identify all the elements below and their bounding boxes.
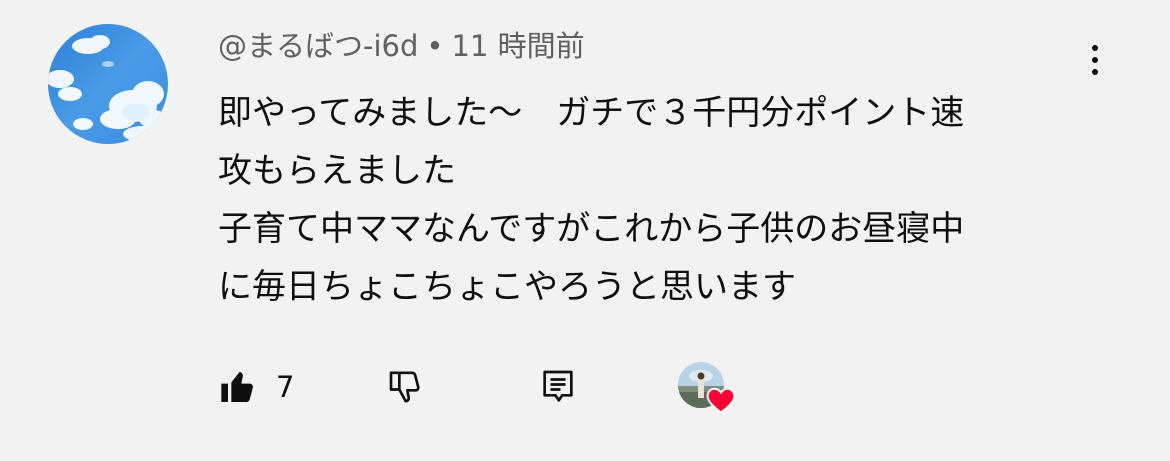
comment-body: 即やってみました〜 ガチで３千円分ポイント速 攻もらえました 子育て中ママなんで… xyxy=(218,84,1098,316)
menu-dot xyxy=(1092,57,1098,63)
dislike-button[interactable] xyxy=(386,360,426,414)
like-button[interactable]: 7 xyxy=(218,360,294,414)
comment-actions: 7 xyxy=(218,360,778,414)
comment-thread: @まるばつ-i6d • 11 時間前 即やってみました〜 ガチで３千円分ポイント速 … xyxy=(0,0,1170,461)
reply-button[interactable] xyxy=(538,360,578,414)
creator-heart-icon xyxy=(706,387,736,414)
creator-heart-badge[interactable] xyxy=(676,360,736,414)
more-vert-icon[interactable] xyxy=(1080,40,1110,80)
menu-dot xyxy=(1092,69,1098,75)
comment-timestamp[interactable]: 11 時間前 xyxy=(452,29,585,63)
sky-avatar-image xyxy=(48,24,168,144)
comment-reply-icon xyxy=(543,370,573,402)
meta-separator: • xyxy=(426,29,444,63)
comment-line: 子育て中ママなんですがこれから子供のお昼寝中 xyxy=(218,209,965,249)
comment-line: 攻もらえました xyxy=(218,151,456,191)
author-handle[interactable]: @まるばつ-i6d xyxy=(218,29,418,63)
menu-dot xyxy=(1092,45,1098,51)
author-avatar[interactable] xyxy=(48,24,168,144)
comment-line: に毎日ちょこちょこやろうと思います xyxy=(218,267,796,307)
thumbs-down-outline-icon xyxy=(389,371,420,403)
thumbs-up-filled-icon xyxy=(221,372,253,402)
comment-line: 即やってみました〜 ガチで３千円分ポイント速 xyxy=(218,93,965,133)
comment-header: @まるばつ-i6d • 11 時間前 xyxy=(218,26,585,66)
like-count: 7 xyxy=(276,370,295,404)
